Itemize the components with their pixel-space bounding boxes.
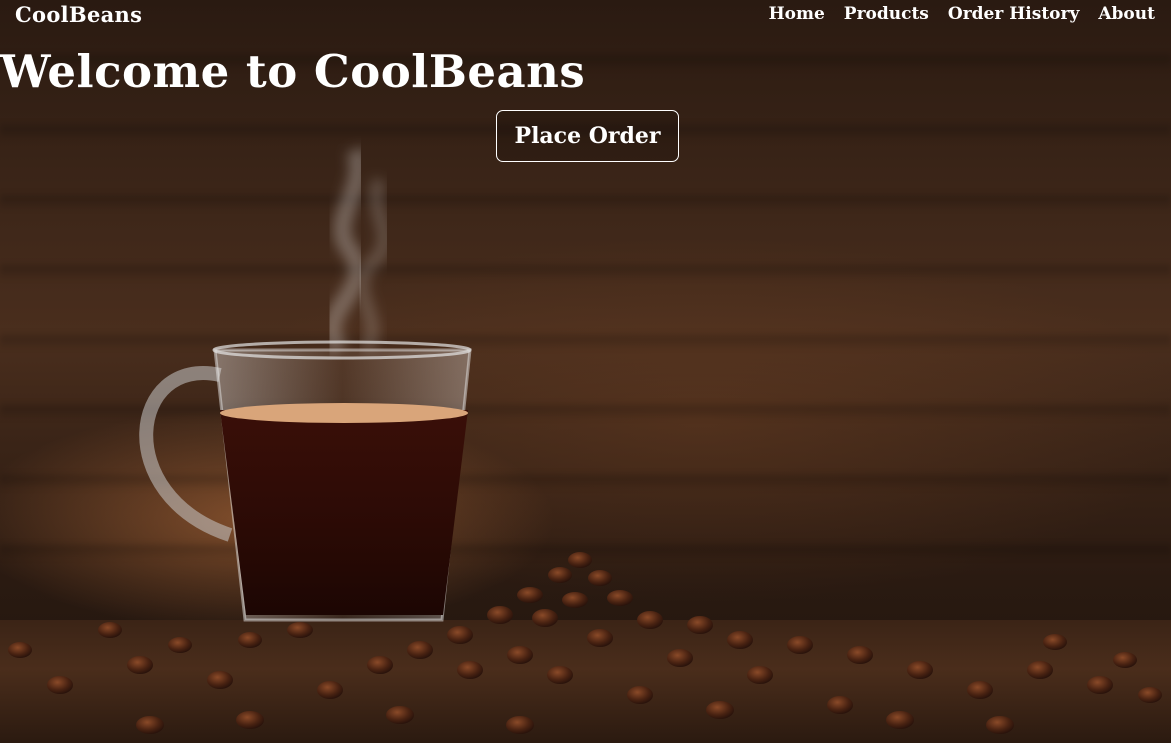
coffee-beans-illustration	[8, 552, 1162, 734]
steam-illustration	[323, 146, 392, 356]
brand-logo-link[interactable]: CoolBeans	[15, 2, 142, 27]
hero-section: CoolBeans Home Products Order History Ab…	[0, 0, 1171, 743]
nav-link-home[interactable]: Home	[769, 4, 825, 24]
nav-link-order-history[interactable]: Order History	[948, 4, 1079, 24]
page-title: Welcome to CoolBeans	[0, 45, 586, 98]
nav-link-products[interactable]: Products	[844, 4, 929, 24]
top-navbar: CoolBeans Home Products Order History Ab…	[0, 0, 1171, 28]
place-order-button[interactable]: Place Order	[496, 110, 679, 162]
nav-link-about[interactable]: About	[1098, 4, 1155, 24]
nav-links: Home Products Order History About	[769, 4, 1155, 24]
